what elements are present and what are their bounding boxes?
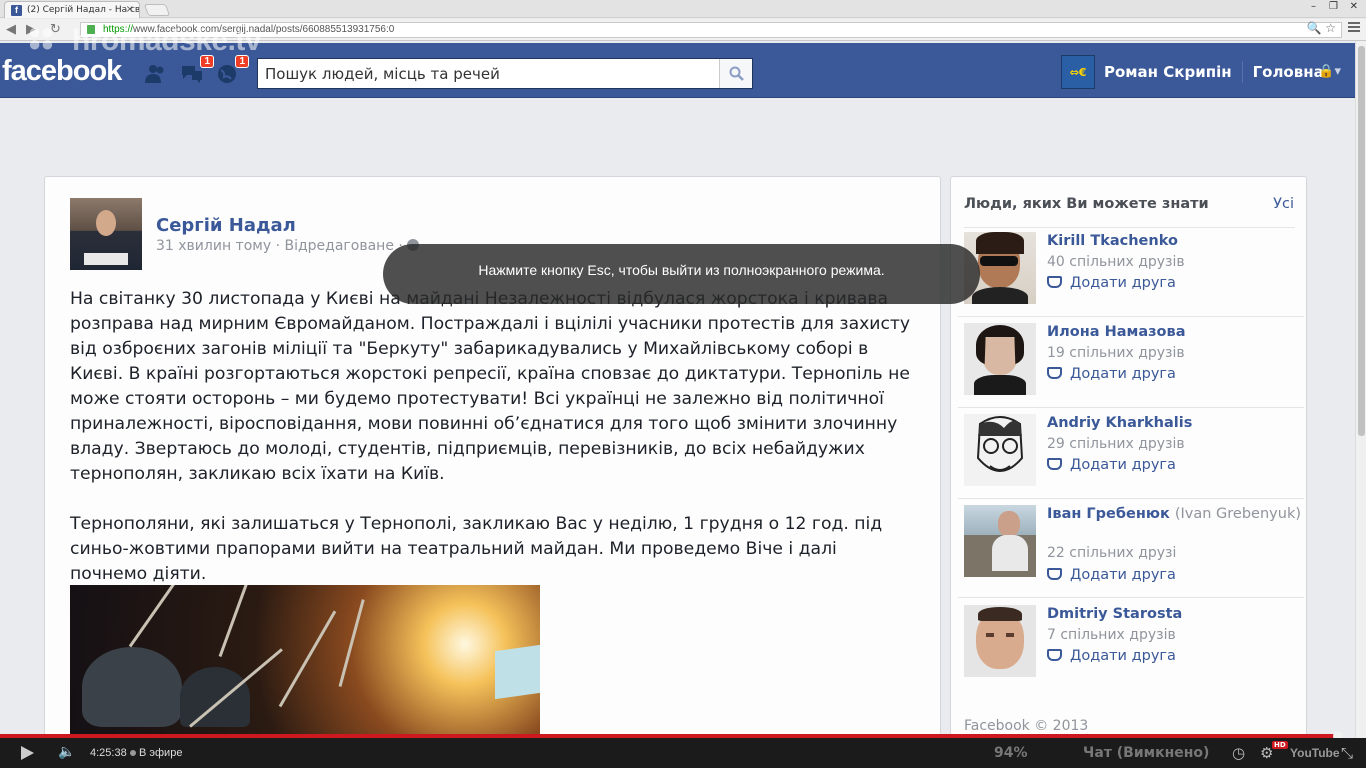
add-friend-button[interactable]: Додати друга (1047, 275, 1176, 291)
back-icon[interactable]: ◀ (6, 22, 16, 37)
privacy-lock-icon[interactable]: 🔒▾ (1318, 64, 1341, 79)
minimize-icon[interactable]: – (1311, 1, 1316, 12)
suggestion-avatar[interactable] (964, 505, 1036, 577)
post-body: На світанку 30 листопада у Києві на майд… (70, 287, 915, 612)
add-friend-button[interactable]: Додати друга (1047, 366, 1176, 382)
hd-badge: HD (1272, 741, 1288, 749)
mutual-friends[interactable]: 22 спільних друзі (1047, 545, 1176, 561)
mutual-friends[interactable]: 40 спільних друзів (1047, 254, 1185, 270)
search-button[interactable] (719, 59, 752, 88)
exit-fullscreen-icon[interactable]: ⤡ (1341, 744, 1353, 762)
search-input[interactable] (258, 59, 718, 88)
post-meta: 31 хвилин тому · Відредаговане · (156, 238, 420, 254)
friend-requests-icon[interactable] (144, 63, 168, 83)
user-name-link[interactable]: Роман Скрипін (1104, 63, 1232, 81)
live-label[interactable]: В эфире (139, 747, 182, 759)
user-avatar[interactable]: ⇔€ (1061, 55, 1095, 89)
url-field[interactable]: https://www.facebook.com/sergij.nadal/po… (80, 22, 1342, 38)
post-paragraph: Тернополяни, які залишаться у Тернополі,… (70, 514, 883, 584)
notifications-globe-icon[interactable]: 1 (215, 55, 249, 83)
post-paragraph: На світанку 30 листопада у Києві на майд… (70, 289, 911, 484)
add-friend-icon (1047, 276, 1062, 288)
home-link[interactable]: Головна (1253, 63, 1324, 81)
chat-percent-overlay: 94% (994, 745, 1028, 761)
suggestion-name-link[interactable]: Іван Гребенюк (Ivan Grebenyuk) (1047, 505, 1302, 524)
search-icon (729, 66, 744, 81)
mutual-friends[interactable]: 19 спільних друзів (1047, 345, 1185, 361)
suggestion-name-link[interactable]: Dmitriy Starosta (1047, 605, 1302, 624)
post-author-link[interactable]: Сергій Надал (156, 215, 296, 236)
scrollbar-thumb[interactable] (1358, 46, 1365, 436)
suggestion-avatar[interactable] (964, 323, 1036, 395)
tab-title: (2) Сергій Надал - На сві (27, 5, 140, 15)
post-edited-label[interactable]: Відредаговане (284, 238, 393, 254)
add-friend-button[interactable]: Додати друга (1047, 648, 1176, 664)
play-icon[interactable] (21, 746, 34, 760)
watermark-text: hromadske.tv (72, 24, 262, 57)
fullscreen-exit-toast: Нажмите кнопку Esc, чтобы выйти из полно… (383, 244, 980, 304)
author-avatar[interactable] (70, 198, 142, 270)
chrome-menu-icon[interactable] (1348, 22, 1360, 34)
new-tab-button[interactable] (143, 4, 171, 16)
watch-later-icon[interactable]: ◷ (1232, 744, 1245, 762)
watermark-dots-icon: ●● ●● (28, 19, 54, 56)
chat-status-overlay: Чат (Вимкнено) (1083, 745, 1210, 761)
add-friend-icon (1047, 367, 1062, 379)
user-nav: ⇔€ Роман Скрипін Головна (1061, 55, 1324, 89)
post-time-link[interactable]: 31 хвилин тому (156, 238, 271, 254)
youtube-logo[interactable]: YouTube (1290, 746, 1340, 760)
suggestion-name-link[interactable]: Kirill Tkachenko (1047, 232, 1302, 251)
nav-separator (1241, 61, 1243, 83)
close-tab-icon[interactable]: × (126, 4, 134, 15)
browser-tab[interactable]: f (2) Сергій Надал - На сві × (4, 1, 140, 18)
suggestion-name-link[interactable]: Andriy Kharkhalis (1047, 414, 1302, 433)
live-dot-icon (130, 750, 136, 756)
hromadske-watermark: ●● ●● hromadske.tv (28, 19, 262, 58)
people-you-may-know-panel: Люди, яких Ви можете знати Усі Kirill Tk… (950, 176, 1307, 738)
add-friend-icon (1047, 458, 1062, 470)
add-friend-button[interactable]: Додати друга (1047, 567, 1176, 583)
page-scrollbar[interactable] (1355, 41, 1366, 738)
suggestion-name-link[interactable]: Илона Намазова (1047, 323, 1302, 342)
mutual-friends[interactable]: 29 спільних друзів (1047, 436, 1185, 452)
zoom-star-icons[interactable]: 🔍 ☆ (1306, 21, 1336, 35)
suggestion-avatar[interactable] (964, 605, 1036, 677)
suggestion-avatar[interactable] (964, 414, 1036, 486)
window-close-icon[interactable]: ✕ (1350, 1, 1358, 12)
video-time: 4:25:38 (90, 747, 127, 759)
post-photo[interactable] (70, 585, 540, 737)
see-all-link[interactable]: Усі (1273, 196, 1294, 212)
panel-title: Люди, яких Ви можете знати (964, 196, 1209, 212)
add-friend-icon (1047, 568, 1062, 580)
facebook-favicon-icon: f (11, 5, 22, 16)
facebook-copyright[interactable]: Facebook © 2013 (964, 718, 1088, 734)
add-friend-button[interactable]: Додати друга (1047, 457, 1176, 473)
add-friend-icon (1047, 649, 1062, 661)
restore-icon[interactable]: ❐ (1329, 1, 1338, 12)
messages-icon[interactable]: 1 (180, 55, 214, 83)
browser-tab-bar: f (2) Сергій Надал - На сві × – ❐ ✕ (0, 0, 1366, 18)
facebook-logo[interactable]: facebook (2, 55, 122, 88)
mutual-friends[interactable]: 7 спільних друзів (1047, 627, 1176, 643)
video-player-controls: 🔈 4:25:38 В эфире 94% Чат (Вимкнено) ◷ ⚙… (0, 738, 1366, 768)
volume-icon[interactable]: 🔈 (58, 744, 75, 760)
search-box (257, 58, 753, 89)
